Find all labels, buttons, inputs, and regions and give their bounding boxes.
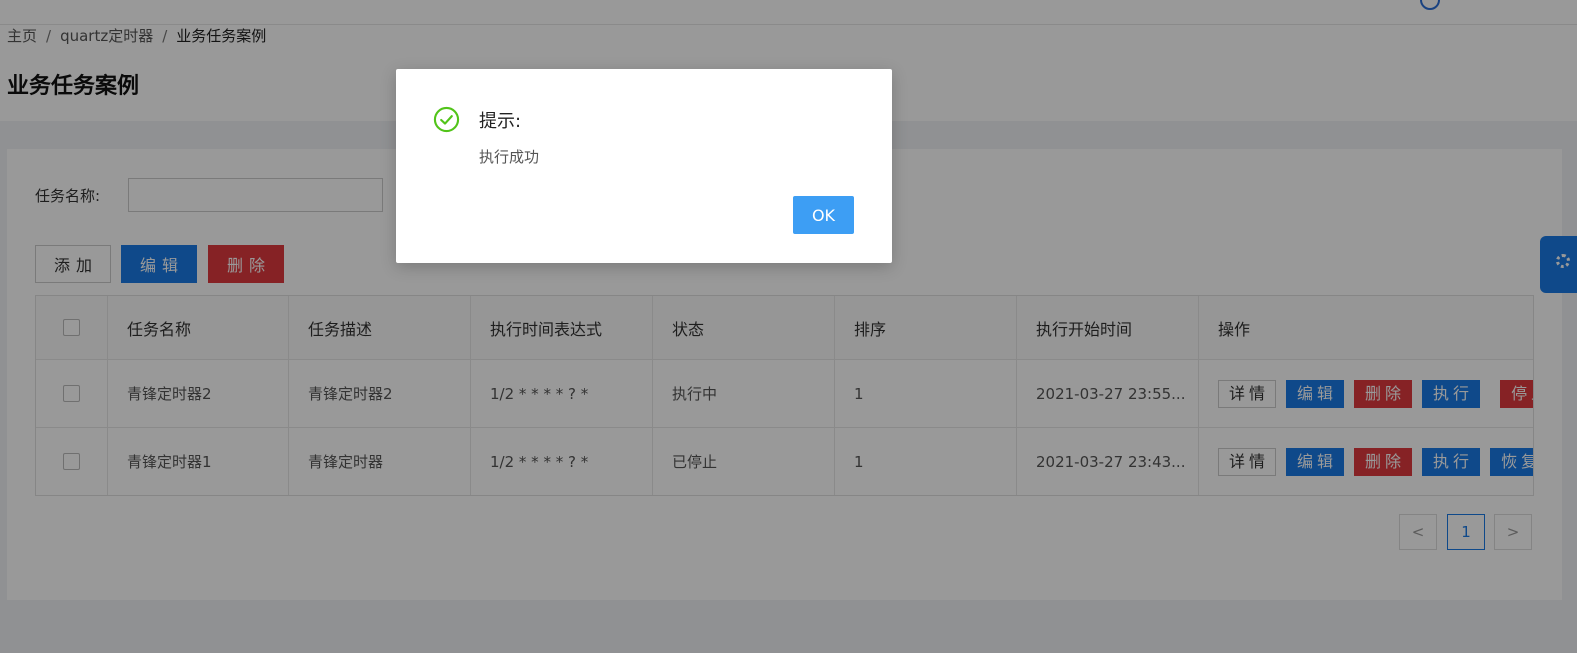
dialog-message: 执行成功: [479, 148, 540, 166]
alert-dialog: 提示: 执行成功 OK: [396, 69, 892, 263]
ok-button[interactable]: OK: [793, 196, 854, 234]
dialog-title: 提示:: [479, 111, 522, 132]
check-circle-icon: [433, 106, 460, 133]
